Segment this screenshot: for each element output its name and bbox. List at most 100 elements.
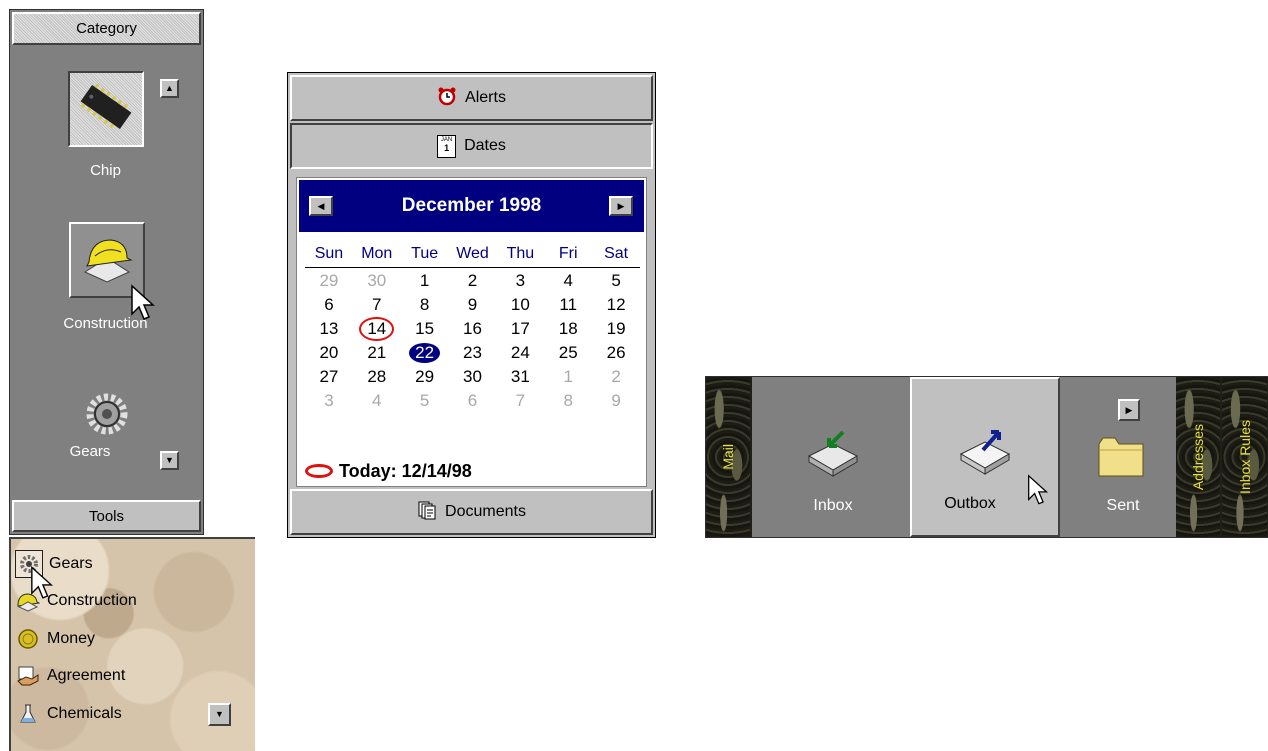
day-cell[interactable]: 1 <box>401 269 449 293</box>
category-item-construction[interactable] <box>69 222 145 298</box>
day-cell[interactable]: 10 <box>496 293 544 317</box>
day-number: 1 <box>419 271 430 290</box>
day-cell[interactable]: 11 <box>544 293 592 317</box>
day-cell[interactable]: 3 <box>305 389 353 413</box>
day-cell[interactable]: 5 <box>592 269 640 293</box>
day-cell[interactable]: 23 <box>449 341 497 365</box>
day-cell[interactable]: 4 <box>544 269 592 293</box>
outbox-tray-icon <box>955 426 1015 483</box>
day-number: 6 <box>324 295 334 314</box>
day-cell[interactable]: 6 <box>449 389 497 413</box>
tab-dates[interactable]: JAN 1 Dates <box>290 123 653 169</box>
weekday-label: Mon <box>361 245 393 262</box>
day-cell[interactable]: 30 <box>353 269 401 293</box>
day-cell[interactable]: 9 <box>449 293 497 317</box>
day-number: 23 <box>463 343 482 362</box>
day-number: 14 <box>359 317 395 341</box>
tools-item-label: Construction <box>47 592 137 609</box>
day-cell[interactable]: 15 <box>401 317 449 341</box>
day-number: 11 <box>559 295 578 314</box>
prev-month-button[interactable]: ◀ <box>309 196 333 216</box>
addresses-side-tab[interactable]: Addresses <box>1176 377 1222 537</box>
day-cell[interactable]: 6 <box>305 293 353 317</box>
day-cell[interactable]: 13 <box>305 317 353 341</box>
day-cell[interactable]: 31 <box>496 365 544 389</box>
tools-scroll-down-button[interactable]: ▼ <box>208 703 231 726</box>
day-cell[interactable]: 25 <box>544 341 592 365</box>
tools-item-chemicals[interactable]: Chemicals <box>15 699 122 729</box>
day-cell[interactable]: 29 <box>305 269 353 293</box>
day-number: 6 <box>467 391 478 410</box>
day-cell[interactable]: 5 <box>401 389 449 413</box>
mail-side-tab[interactable]: Mail <box>706 377 752 537</box>
day-cell[interactable]: 3 <box>496 269 544 293</box>
day-number: 4 <box>372 391 382 410</box>
tab-documents[interactable]: Documents <box>290 489 653 535</box>
day-number: 19 <box>606 319 626 338</box>
day-cell[interactable]: 19 <box>592 317 640 341</box>
day-cell[interactable]: 12 <box>592 293 640 317</box>
weekday-label: Fri <box>558 245 578 262</box>
mail-side-label: Mail <box>720 444 736 470</box>
scroll-up-button[interactable]: ▲ <box>160 79 179 98</box>
day-cell[interactable]: 7 <box>353 293 401 317</box>
day-cell[interactable]: 7 <box>496 389 544 413</box>
calendar-header: December 1998 ◀ ▶ <box>299 180 644 232</box>
day-cell[interactable]: 21 <box>353 341 401 365</box>
day-cell[interactable]: 29 <box>401 365 449 389</box>
weekday-label: Tue <box>411 245 439 262</box>
day-cell[interactable]: 8 <box>544 389 592 413</box>
day-number: 21 <box>367 343 387 362</box>
day-cell[interactable]: 2 <box>592 365 640 389</box>
day-cell[interactable]: 24 <box>496 341 544 365</box>
today-button[interactable]: Today: 12/14/98 <box>305 459 472 483</box>
gears-icon <box>81 388 133 444</box>
tab-alerts[interactable]: Alerts <box>290 75 653 121</box>
day-cell[interactable]: 17 <box>496 317 544 341</box>
coin-icon <box>15 626 41 652</box>
next-month-button[interactable]: ▶ <box>609 196 633 216</box>
day-number: 3 <box>515 271 526 290</box>
tools-item-agreement[interactable]: Agreement <box>15 661 125 691</box>
mail-scroll-right-button[interactable]: ▶ <box>1118 399 1140 421</box>
weekday-label: Wed <box>456 245 489 262</box>
day-cell[interactable]: 9 <box>592 389 640 413</box>
day-number: 16 <box>463 319 482 338</box>
day-cell[interactable]: 8 <box>401 293 449 317</box>
day-cell[interactable]: 26 <box>592 341 640 365</box>
scroll-down-button[interactable]: ▼ <box>160 451 179 470</box>
tools-item-gears[interactable]: Gears <box>15 549 93 579</box>
day-cell[interactable]: 4 <box>353 389 401 413</box>
day-cell[interactable]: 30 <box>449 365 497 389</box>
tools-item-money[interactable]: Money <box>15 624 95 654</box>
day-number: 7 <box>515 391 526 410</box>
day-cell-selected[interactable]: 22 <box>401 341 449 365</box>
calendar-month-title: December 1998 <box>401 195 542 216</box>
mail-item-outbox[interactable]: Outbox <box>910 377 1060 537</box>
calendar-icon-day: 1 <box>444 142 450 153</box>
day-number: 31 <box>510 367 530 386</box>
day-cell[interactable]: 1 <box>544 365 592 389</box>
day-cell[interactable]: 18 <box>544 317 592 341</box>
tools-footer-button[interactable]: Tools <box>12 500 201 532</box>
category-header-button[interactable]: Category <box>12 12 201 45</box>
day-cell[interactable]: 2 <box>449 269 497 293</box>
arrow-right-icon: ▶ <box>617 200 625 211</box>
day-number: 13 <box>319 319 339 338</box>
day-cell[interactable]: 27 <box>305 365 353 389</box>
day-cell[interactable]: 20 <box>305 341 353 365</box>
mail-item-inbox[interactable]: Inbox <box>766 377 900 537</box>
day-cell-today[interactable]: 14 <box>353 317 401 341</box>
inbox-tray-icon <box>803 428 863 485</box>
flask-icon <box>15 701 41 727</box>
today-circle-icon <box>305 464 333 478</box>
alarm-clock-icon <box>437 86 457 111</box>
day-cell[interactable]: 16 <box>449 317 497 341</box>
day-number: 26 <box>606 343 626 362</box>
category-item-chip[interactable] <box>68 71 144 147</box>
day-number: 1 <box>563 367 573 386</box>
day-cell[interactable]: 28 <box>353 365 401 389</box>
arrow-left-icon: ◀ <box>317 200 325 211</box>
tools-item-construction[interactable]: Construction <box>15 586 137 616</box>
inbox-rules-side-tab[interactable]: Inbox Rules <box>1222 377 1268 537</box>
